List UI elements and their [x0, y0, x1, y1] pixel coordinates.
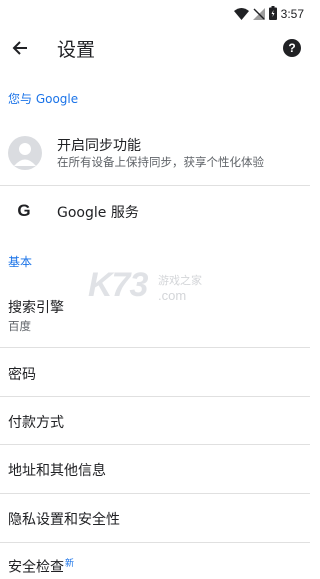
- passwords-row[interactable]: 密码: [0, 348, 310, 396]
- payment-methods-row[interactable]: 付款方式: [0, 397, 310, 445]
- google-g-icon: G: [17, 201, 31, 220]
- page-title: 设置: [57, 39, 96, 61]
- help-icon: ?: [288, 41, 296, 55]
- avatar: [8, 136, 42, 170]
- new-badge: 新: [65, 559, 75, 569]
- safety-check-title: 安全检查新: [8, 556, 74, 577]
- app-bar: 设置 ?: [0, 28, 310, 72]
- search-engine-title: 搜索引擎: [8, 300, 64, 316]
- status-bar: 3:57: [0, 0, 310, 28]
- passwords-title: 密码: [8, 367, 36, 383]
- help-button[interactable]: ?: [283, 39, 301, 57]
- sync-row[interactable]: 开启同步功能 在所有设备上保持同步，获享个性化体验: [0, 124, 310, 184]
- privacy-row[interactable]: 隐私设置和安全性: [0, 494, 310, 542]
- watermark-cn-text: 游戏之家: [158, 274, 202, 287]
- section-header-basics: 基本: [8, 255, 33, 269]
- safety-check-label: 安全检查: [8, 559, 64, 576]
- wifi-icon: [233, 5, 249, 24]
- arrow-left-icon: [12, 40, 28, 60]
- search-engine-row[interactable]: 搜索引擎 百度: [0, 287, 310, 347]
- google-services-row[interactable]: G Google 服务: [0, 186, 310, 236]
- search-engine-value: 百度: [8, 319, 31, 333]
- sync-subtitle: 在所有设备上保持同步，获享个性化体验: [57, 155, 264, 169]
- battery-icon: [268, 5, 277, 24]
- google-services-label: Google 服务: [57, 205, 139, 221]
- addresses-row[interactable]: 地址和其他信息: [0, 445, 310, 493]
- section-header-you-and-google: 您与 Google: [8, 92, 79, 106]
- back-button[interactable]: [6, 36, 34, 64]
- sync-title: 开启同步功能: [57, 138, 141, 154]
- payment-methods-title: 付款方式: [8, 415, 64, 431]
- addresses-title: 地址和其他信息: [8, 463, 106, 479]
- privacy-title: 隐私设置和安全性: [8, 512, 120, 528]
- status-time: 3:57: [280, 7, 304, 21]
- no-signal-icon: [252, 5, 265, 24]
- safety-check-row[interactable]: 安全检查新: [0, 543, 310, 579]
- status-icons: 3:57: [233, 5, 304, 24]
